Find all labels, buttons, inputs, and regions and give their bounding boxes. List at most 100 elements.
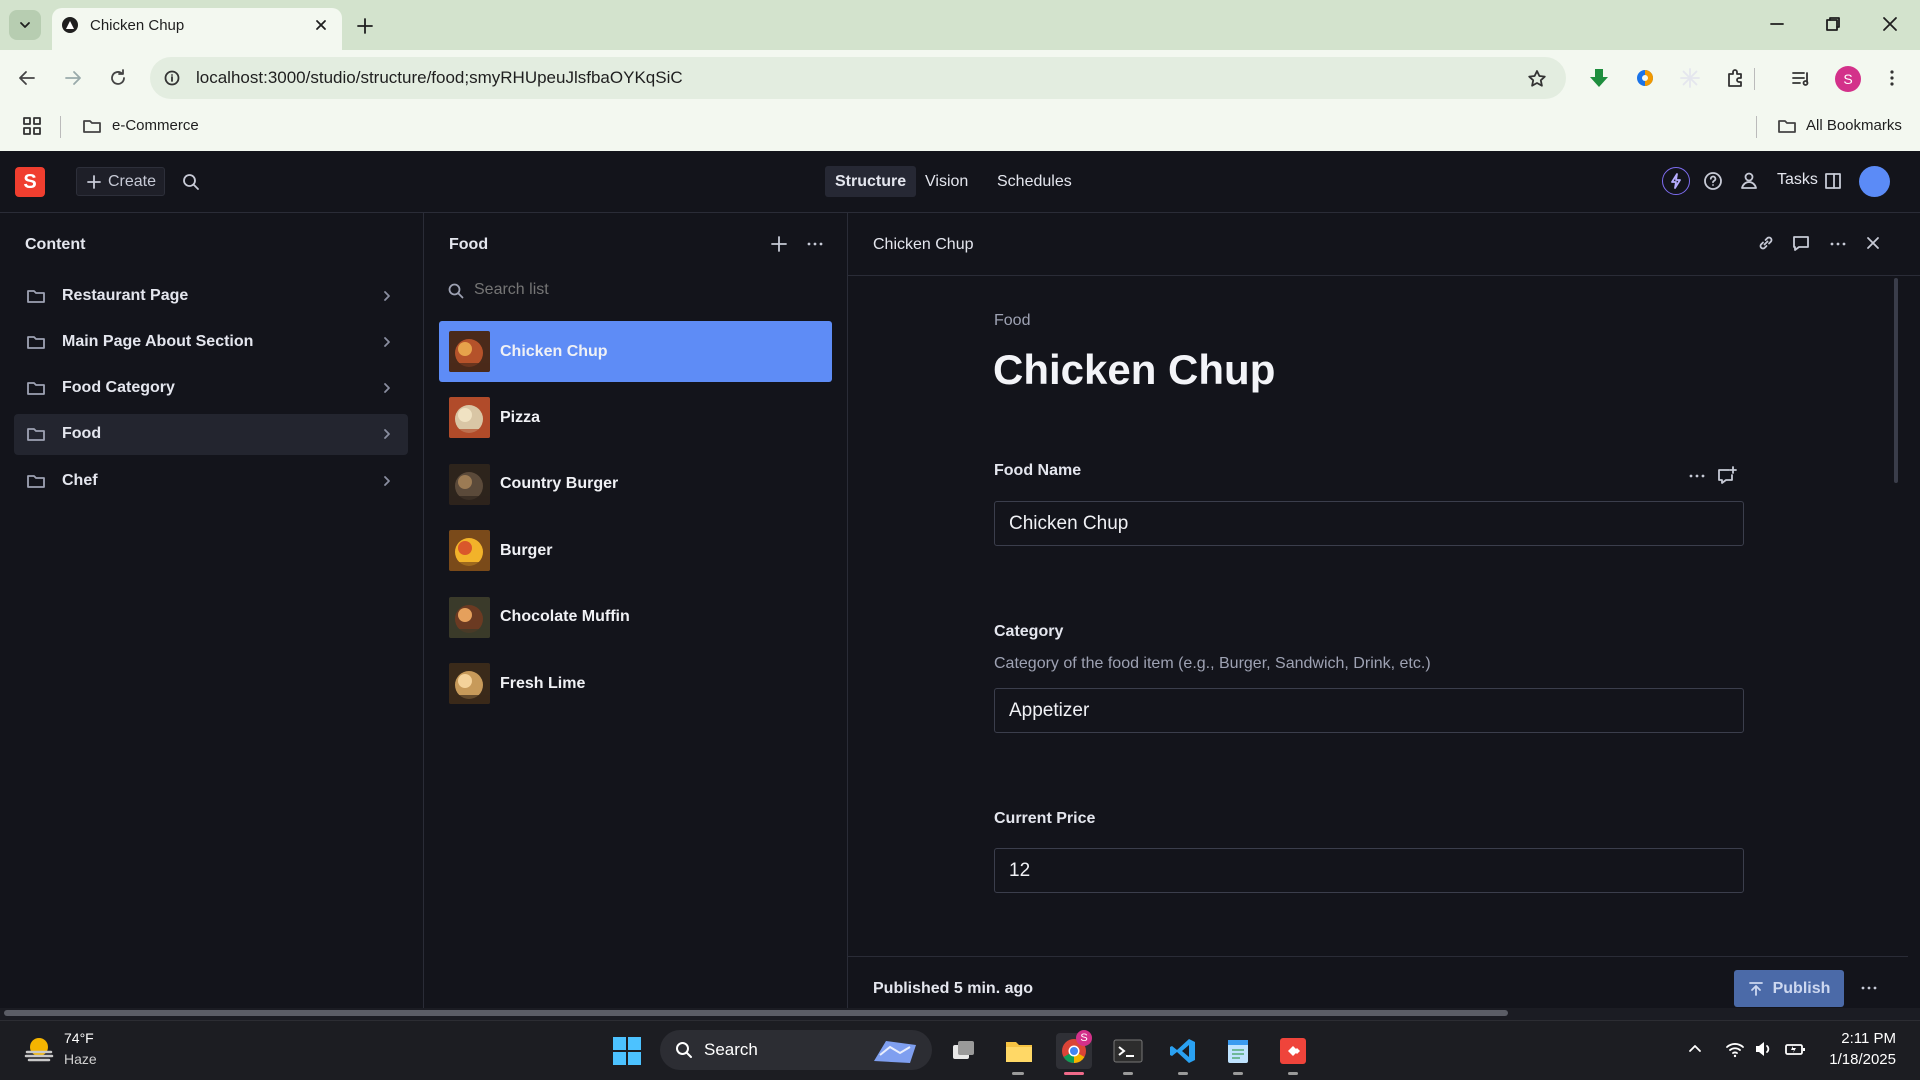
bookmark-folder-ecommerce[interactable]: e-Commerce <box>112 117 199 134</box>
tab-search-button[interactable] <box>9 10 41 40</box>
file-explorer-icon[interactable] <box>1001 1033 1037 1069</box>
search-icon <box>676 1042 692 1058</box>
browser-menu-icon[interactable] <box>1880 66 1904 90</box>
folder-icon <box>26 471 46 491</box>
tab-vision[interactable]: Vision <box>915 166 978 197</box>
add-document-icon[interactable] <box>768 233 790 255</box>
document-scrollbar[interactable] <box>1894 278 1898 483</box>
document-actions-menu-icon[interactable] <box>1858 977 1880 999</box>
studio-logo[interactable]: S <box>15 167 45 197</box>
category-input[interactable] <box>994 688 1744 733</box>
food-item-pizza[interactable]: Pizza <box>439 387 832 448</box>
weather-haze-icon[interactable] <box>22 1032 56 1066</box>
media-controls-icon[interactable] <box>1789 66 1813 90</box>
document-title: Chicken Chup <box>993 346 1276 393</box>
close-window-icon[interactable] <box>1878 12 1902 36</box>
sidebar-item-main-page-about-section[interactable]: Main Page About Section <box>14 321 408 362</box>
lightning-icon[interactable] <box>1662 167 1690 195</box>
bookmark-star-icon[interactable] <box>1526 68 1548 90</box>
document-menu-icon[interactable] <box>1827 233 1849 255</box>
sidebar-item-label: Chef <box>62 471 98 489</box>
back-arrow-icon[interactable] <box>15 66 39 90</box>
link-icon[interactable] <box>1756 233 1776 253</box>
chrome-profile-badge: S <box>1076 1030 1092 1046</box>
vscode-icon[interactable] <box>1165 1033 1201 1069</box>
tasks-button[interactable]: Tasks <box>1777 171 1818 189</box>
food-item-chocolate-muffin[interactable]: Chocolate Muffin <box>439 587 832 648</box>
food-thumbnail <box>449 596 490 638</box>
extension-orb-icon[interactable] <box>1633 66 1657 90</box>
download-extension-icon[interactable] <box>1587 66 1611 90</box>
food-item-fresh-lime[interactable]: Fresh Lime <box>439 653 832 714</box>
presence-icon[interactable] <box>1738 170 1760 192</box>
toolbar-separator <box>1754 68 1755 90</box>
food-thumbnail <box>449 663 490 704</box>
folder-icon <box>26 286 46 306</box>
chevron-down-icon <box>20 22 30 28</box>
minimize-icon[interactable] <box>1765 12 1789 36</box>
site-info-icon[interactable] <box>164 70 180 86</box>
reload-icon[interactable] <box>106 66 130 90</box>
extension-snowflake-icon[interactable] <box>1678 66 1702 90</box>
extensions-puzzle-icon[interactable] <box>1724 66 1748 90</box>
list-menu-icon[interactable] <box>804 233 826 255</box>
footer-divider <box>848 956 1908 957</box>
create-label: Create <box>108 172 157 190</box>
food-item-country-burger[interactable]: Country Burger <box>439 454 832 515</box>
add-comment-icon[interactable] <box>1716 465 1738 487</box>
tab-structure[interactable]: Structure <box>825 166 917 197</box>
food-thumbnail <box>449 331 490 372</box>
task-view-icon[interactable] <box>945 1033 981 1069</box>
food-item-chicken-chup[interactable]: Chicken Chup <box>439 321 832 382</box>
current-price-input[interactable] <box>994 848 1744 893</box>
forward-arrow-icon[interactable] <box>61 66 85 90</box>
new-tab-icon[interactable] <box>353 14 377 38</box>
document-pane-title: Chicken Chup <box>873 236 974 253</box>
field-menu-icon[interactable] <box>1686 465 1708 487</box>
bookmark-separator <box>1756 116 1757 138</box>
panel-toggle-icon[interactable] <box>1822 170 1844 192</box>
publish-status[interactable]: Published 5 min. ago <box>873 980 1033 998</box>
comment-icon[interactable] <box>1791 233 1811 253</box>
volume-icon[interactable] <box>1753 1039 1773 1059</box>
sidebar-item-label: Main Page About Section <box>62 332 254 350</box>
wifi-icon[interactable] <box>1725 1039 1745 1059</box>
folder-icon[interactable] <box>82 116 102 136</box>
pane-header-divider <box>848 275 1920 276</box>
taskbar-search[interactable]: Search <box>660 1030 932 1070</box>
search-list-input[interactable] <box>474 281 814 299</box>
restore-icon[interactable] <box>1821 12 1845 36</box>
help-icon[interactable] <box>1702 170 1724 192</box>
profile-avatar[interactable]: S <box>1835 66 1861 92</box>
folder-icon[interactable] <box>1777 116 1797 136</box>
sidebar-item-food[interactable]: Food <box>14 413 408 455</box>
food-item-burger[interactable]: Burger <box>439 520 832 581</box>
chevron-right-icon <box>380 474 394 488</box>
sidebar-item-restaurant-page[interactable]: Restaurant Page <box>14 275 408 316</box>
close-icon[interactable] <box>1863 233 1883 253</box>
battery-icon[interactable] <box>1784 1039 1805 1059</box>
sidebar-item-food-category[interactable]: Food Category <box>14 368 408 409</box>
horizontal-scrollbar[interactable] <box>4 1010 1508 1016</box>
search-icon[interactable] <box>180 171 202 193</box>
publish-button[interactable]: Publish <box>1734 970 1844 1007</box>
tab-schedules[interactable]: Schedules <box>987 166 1082 197</box>
clock-time[interactable]: 2:11 PM <box>1828 1030 1896 1047</box>
all-bookmarks-link[interactable]: All Bookmarks <box>1806 117 1902 134</box>
apps-grid-icon[interactable] <box>22 116 42 136</box>
clock-date[interactable]: 1/18/2025 <box>1820 1051 1896 1068</box>
sidebar-item-chef[interactable]: Chef <box>14 460 408 501</box>
terminal-icon[interactable] <box>1110 1033 1146 1069</box>
publish-icon <box>1748 981 1763 996</box>
folder-icon <box>26 378 46 398</box>
user-avatar[interactable] <box>1859 166 1890 197</box>
anydesk-icon[interactable] <box>1275 1033 1311 1069</box>
create-button[interactable]: Create <box>76 167 165 196</box>
food-item-name: Chicken Chup <box>500 342 608 360</box>
url-text[interactable]: localhost:3000/studio/structure/food;smy… <box>196 68 683 88</box>
tab-close-icon[interactable] <box>312 16 330 34</box>
notepad-icon[interactable] <box>1220 1033 1256 1069</box>
tray-overflow-icon[interactable] <box>1686 1040 1704 1058</box>
windows-start-icon[interactable] <box>612 1036 642 1066</box>
food-name-input[interactable] <box>994 501 1744 546</box>
